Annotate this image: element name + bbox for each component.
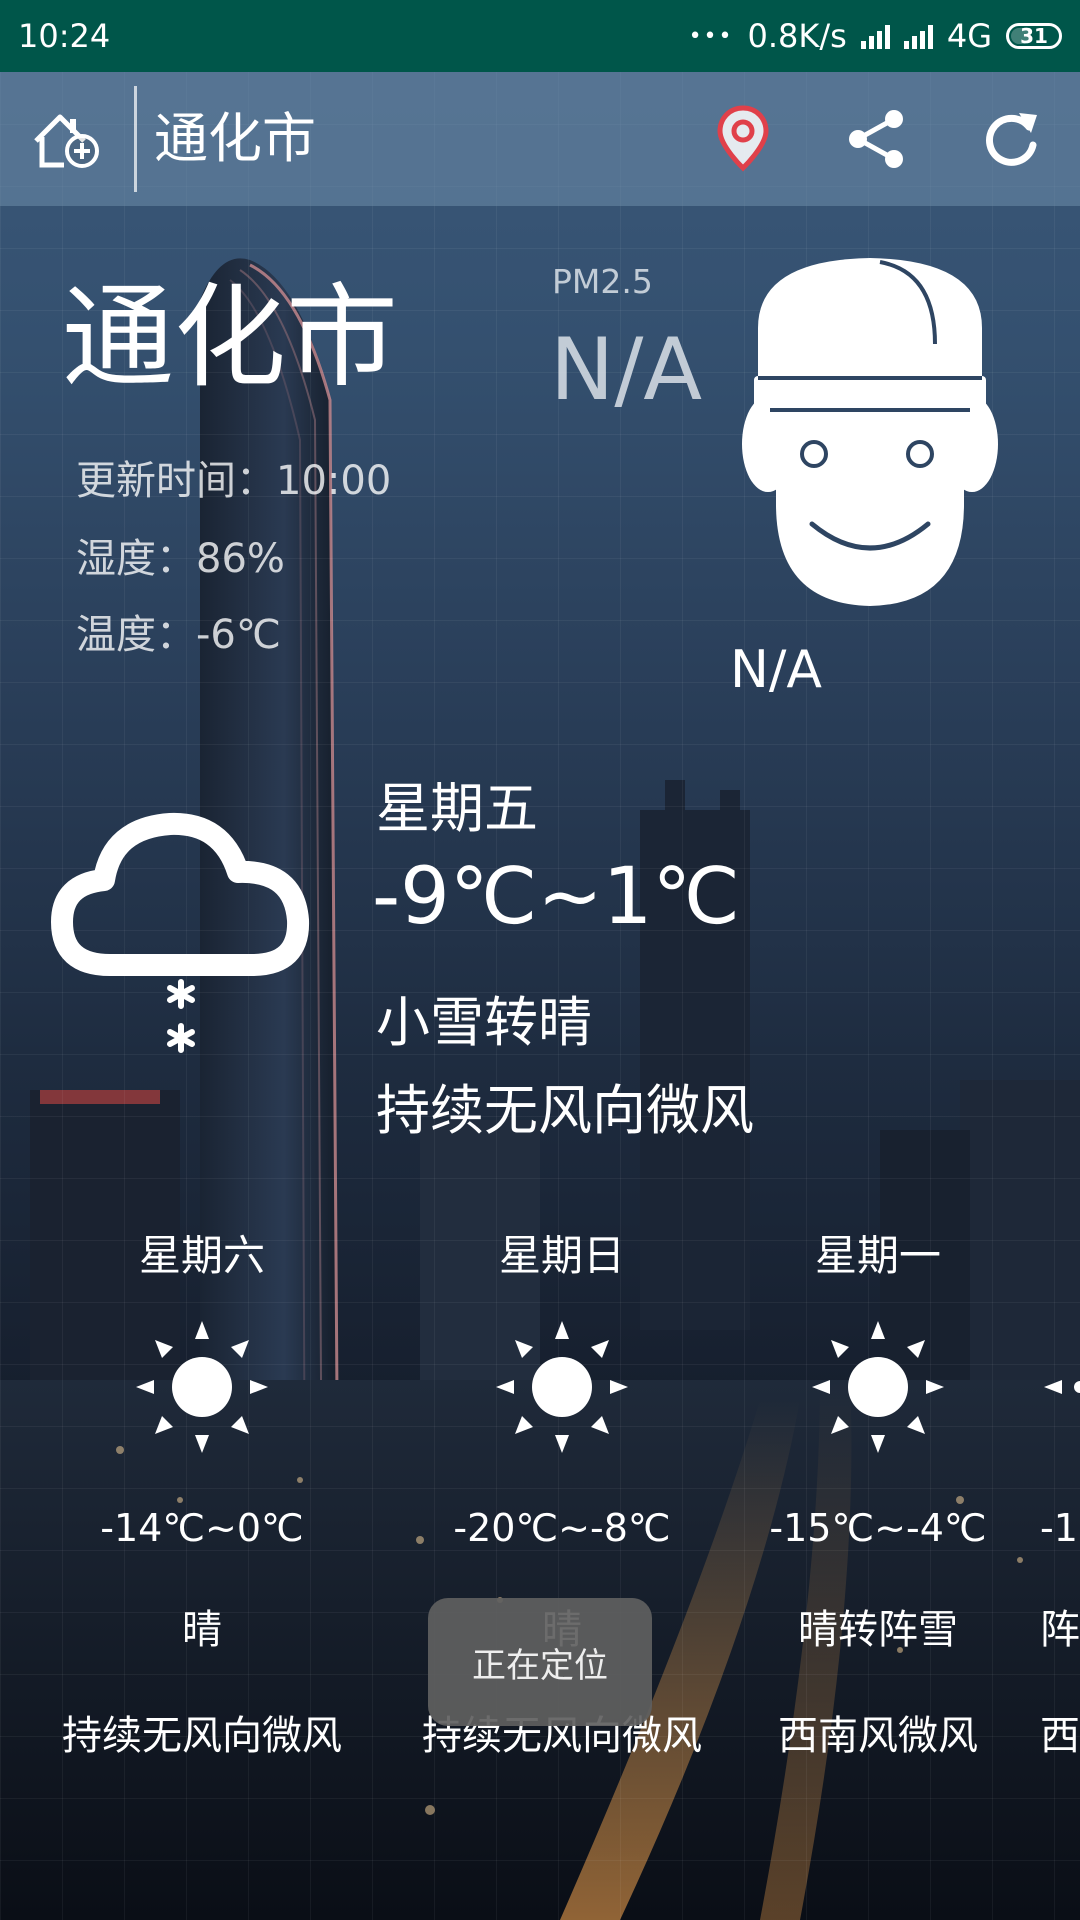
forecast-wind: 西 xyxy=(1040,1713,1080,1759)
sun-icon xyxy=(22,1312,382,1462)
locate-button[interactable] xyxy=(700,72,786,206)
title-divider xyxy=(134,86,137,192)
forecast-condition: 晴 xyxy=(182,1607,222,1653)
humidity: 湿度：86% xyxy=(76,536,285,582)
city-name: 通化市 xyxy=(62,273,398,403)
forecast-wind: 西南风微风 xyxy=(778,1713,978,1759)
smiley-face-icon xyxy=(742,258,998,606)
app-bar: 通化市 xyxy=(0,72,1080,206)
location-pin-icon xyxy=(717,105,769,172)
today-day: 星期五 xyxy=(376,777,538,840)
sun-icon xyxy=(698,1312,1058,1462)
forecast-day: 星期六 -14℃~0℃ 晴 持续无风向微风 xyxy=(22,1220,382,1766)
status-indicators: ••• 0.8K/s 4G 31 xyxy=(689,17,1062,55)
battery-icon: 31 xyxy=(1006,23,1062,49)
forecast-temp-range: -15℃~-4℃ xyxy=(769,1506,987,1550)
forecast-day-name: 星期六 xyxy=(138,1231,265,1280)
app-bar-city-title: 通化市 xyxy=(154,107,316,170)
air-quality-label: N/A xyxy=(730,640,822,700)
status-time: 10:24 xyxy=(18,17,111,55)
forecast-day-name: 星期一 xyxy=(814,1231,941,1280)
forecast-temp-range: -14℃~0℃ xyxy=(100,1506,304,1550)
forecast-condition: 晴转阵雪 xyxy=(798,1607,958,1653)
battery-level: 31 xyxy=(1020,24,1048,48)
sun-icon xyxy=(1040,1312,1080,1462)
update-time: 更新时间：10:00 xyxy=(76,458,392,504)
status-bar: 10:24 ••• 0.8K/s 4G 31 xyxy=(0,0,1080,72)
forecast-temp-range: -1 xyxy=(1040,1506,1078,1550)
forecast-day-name xyxy=(1040,1220,1080,1292)
cloud-snow-icon xyxy=(51,812,310,1053)
sun-icon xyxy=(382,1312,742,1462)
forecast-wind: 持续无风向微风 xyxy=(62,1713,342,1759)
today-temp-range: -9℃~1℃ xyxy=(372,852,740,942)
add-city-button[interactable] xyxy=(22,72,112,206)
pm25-label: PM2.5 xyxy=(552,262,653,301)
share-icon xyxy=(849,110,903,168)
forecast-day: -1 阵 西 xyxy=(1040,1220,1080,1766)
net-speed: 0.8K/s xyxy=(747,17,847,55)
pm25-value: N/A xyxy=(550,320,703,420)
forecast-condition: 阵 xyxy=(1040,1607,1080,1653)
network-type: 4G xyxy=(946,17,992,55)
forecast-day-name: 星期日 xyxy=(498,1231,625,1280)
refresh-icon xyxy=(986,113,1037,166)
forecast-day: 星期一 -15℃~-4℃ 晴转阵雪 西南风微风 xyxy=(698,1220,1058,1766)
weather-screen: 10:24 ••• 0.8K/s 4G 31 通化市 通化市 更新时间：10:0… xyxy=(0,0,1080,1920)
add-home-icon xyxy=(34,114,99,168)
share-button[interactable] xyxy=(834,72,920,206)
locating-toast: 正在定位 xyxy=(428,1598,652,1726)
today-condition: 小雪转晴 xyxy=(376,991,592,1054)
current-temperature: 温度：-6℃ xyxy=(76,612,281,658)
refresh-button[interactable] xyxy=(968,72,1054,206)
today-wind: 持续无风向微风 xyxy=(376,1079,754,1142)
forecast-temp-range: -20℃~-8℃ xyxy=(453,1506,671,1550)
signal-icon xyxy=(860,23,890,49)
more-dots-icon: ••• xyxy=(688,23,734,49)
signal-icon xyxy=(903,23,933,49)
